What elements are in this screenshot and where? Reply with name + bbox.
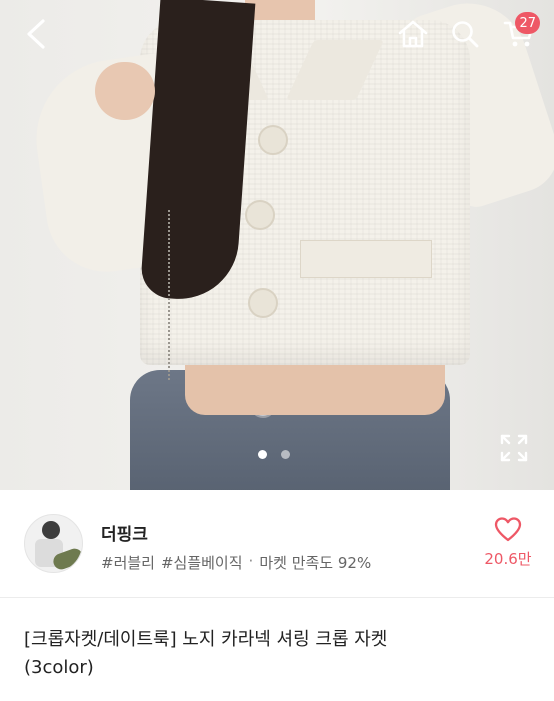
back-button[interactable]: [18, 14, 54, 54]
image-bag-chain: [168, 210, 182, 380]
expand-button[interactable]: [498, 432, 530, 464]
avatar-figure-head: [42, 521, 60, 539]
search-button[interactable]: [446, 14, 484, 54]
heart-icon: [494, 517, 522, 542]
seller-tag[interactable]: #러블리: [101, 552, 155, 573]
image-hand: [95, 62, 155, 120]
seller-tag[interactable]: #심플베이직: [161, 552, 243, 573]
image-jacket-button: [245, 200, 275, 230]
like-count: 20.6만: [484, 550, 532, 568]
expand-icon: [500, 434, 528, 462]
product-image[interactable]: [0, 0, 554, 490]
pagination-dot-active[interactable]: [258, 450, 267, 459]
image-jacket-button: [248, 288, 278, 318]
home-button[interactable]: [394, 14, 432, 54]
product-title-line: (3color): [24, 657, 94, 678]
home-icon: [398, 20, 428, 48]
product-title: [크롭자켓/데이트룩] 노지 카라넥 셔링 크롭 자켓 (3color): [24, 626, 524, 682]
seller-tags: #러블리 #심플베이직 · 마켓 만족도 92%: [101, 552, 371, 573]
seller-avatar[interactable]: [24, 514, 83, 573]
image-jacket-button: [258, 125, 288, 155]
tag-separator: ·: [248, 552, 254, 570]
pagination-dot[interactable]: [281, 450, 290, 459]
seller-section: 더핑크 #러블리 #심플베이직 · 마켓 만족도 92% 20.6만: [0, 490, 554, 598]
market-satisfaction: 마켓 만족도 92%: [259, 554, 372, 572]
product-title-line: [크롭자켓/데이트룩] 노지 카라넥 셔링 크롭 자켓: [24, 629, 388, 650]
chevron-left-icon: [27, 19, 45, 49]
cart-button[interactable]: 27: [496, 12, 542, 54]
image-pocket: [300, 240, 432, 278]
seller-name[interactable]: 더핑크: [101, 520, 148, 545]
search-icon: [452, 21, 479, 48]
gallery-pagination: [258, 450, 290, 459]
like-button[interactable]: 20.6만: [478, 516, 538, 576]
cart-count-badge: 27: [515, 12, 540, 34]
